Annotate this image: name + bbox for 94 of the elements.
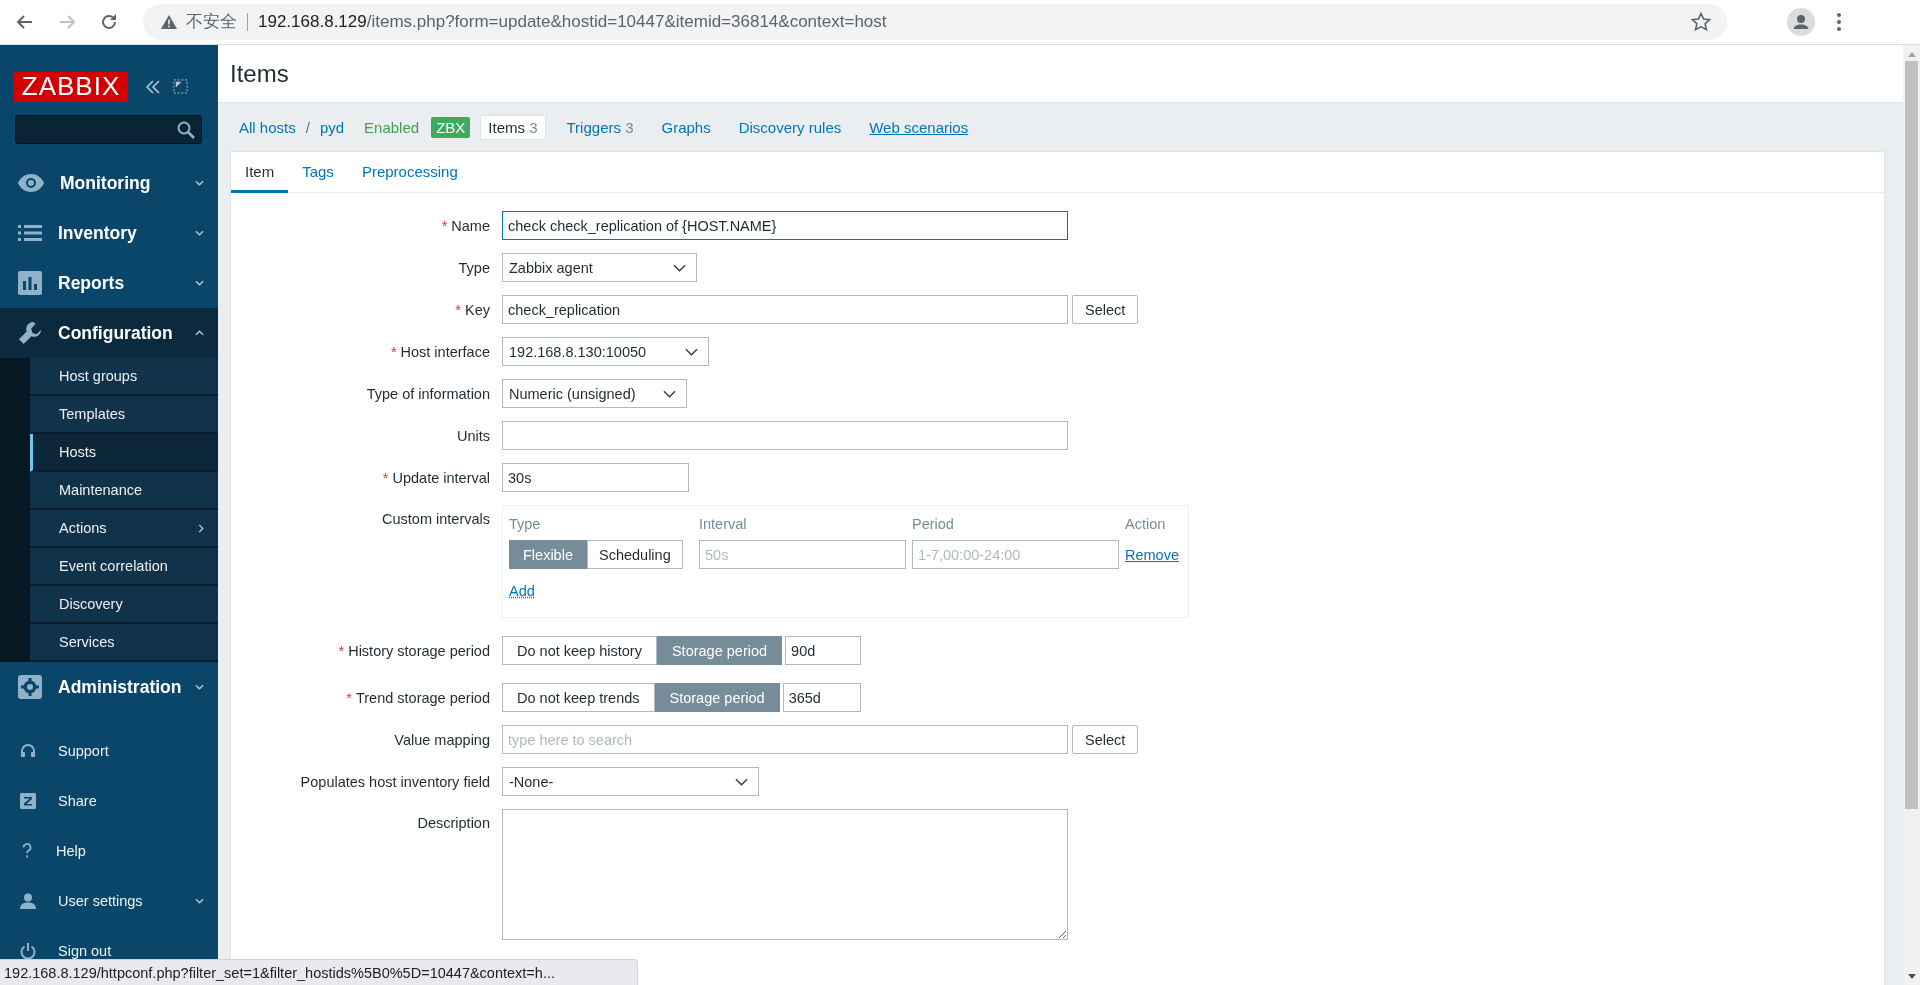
select-button[interactable]: Select bbox=[1072, 295, 1139, 324]
host-nav-link[interactable]: Graphs bbox=[654, 115, 718, 139]
text-field[interactable]: type here to search bbox=[502, 725, 1068, 754]
host-nav-link[interactable]: Items 3 bbox=[480, 114, 546, 140]
text-field[interactable]: 30s bbox=[502, 463, 689, 492]
address-bar[interactable]: 不安全 192.168.8.129/items.php?form=update&hostid=10447&itemid=36814&context=host bbox=[143, 4, 1727, 40]
toggle-option[interactable]: Do not keep trends bbox=[502, 683, 655, 712]
column-header: Interval bbox=[699, 516, 748, 532]
headset-icon bbox=[20, 743, 36, 759]
url-host: 192.168.8.129 bbox=[258, 12, 367, 32]
host-nav-link[interactable]: Web scenarios bbox=[862, 115, 976, 139]
field-label: Populates host inventory field bbox=[300, 773, 490, 790]
submenu-item[interactable]: Actions bbox=[30, 510, 218, 548]
tab[interactable]: Tags bbox=[288, 152, 348, 193]
eye-icon bbox=[18, 174, 44, 192]
field-label: Type of information bbox=[366, 385, 490, 402]
search-field[interactable] bbox=[15, 115, 202, 144]
menu-section[interactable]: Reports bbox=[0, 258, 218, 308]
dropdown[interactable]: Zabbix agent bbox=[502, 253, 697, 282]
profile-icon[interactable] bbox=[1787, 8, 1815, 36]
submenu-item[interactable]: Templates bbox=[30, 396, 218, 434]
submenu-item[interactable]: Host groups bbox=[30, 358, 218, 396]
add-link[interactable]: Add bbox=[509, 583, 535, 599]
submenu-item[interactable]: Discovery bbox=[30, 586, 218, 624]
reload-icon[interactable] bbox=[99, 12, 119, 32]
field-label: * Host interface bbox=[390, 343, 490, 360]
bar-chart-icon bbox=[18, 271, 42, 295]
list-icon bbox=[18, 224, 42, 242]
text-field[interactable]: check check_replication of {HOST.NAME} bbox=[502, 211, 1068, 240]
tab[interactable]: Preprocessing bbox=[347, 152, 472, 193]
text-field[interactable]: 90d bbox=[785, 636, 862, 665]
collapse-icon[interactable] bbox=[145, 79, 161, 94]
logo[interactable]: ZABBIX bbox=[14, 71, 128, 102]
security-label: 不安全 bbox=[186, 13, 248, 31]
submenu-item[interactable]: Hosts bbox=[30, 434, 218, 472]
select-button[interactable]: Select bbox=[1072, 725, 1139, 754]
host-nav-link[interactable]: Discovery rules bbox=[731, 115, 849, 139]
breadcrumb-link[interactable]: All hosts bbox=[239, 118, 296, 136]
expand-icon[interactable] bbox=[173, 79, 188, 94]
submenu-item[interactable]: Maintenance bbox=[30, 472, 218, 510]
tab[interactable]: Item bbox=[231, 152, 289, 193]
column-header: Action bbox=[1125, 516, 1167, 532]
toggle-option[interactable]: Scheduling bbox=[586, 540, 683, 569]
warning-icon bbox=[161, 15, 177, 29]
text-field[interactable] bbox=[502, 421, 1068, 450]
toggle-option[interactable]: Do not keep history bbox=[502, 636, 657, 665]
dropdown[interactable]: Numeric (unsigned) bbox=[502, 379, 687, 408]
field-label: * Key bbox=[455, 301, 490, 318]
menu-section[interactable]: Monitoring bbox=[0, 158, 218, 208]
user-icon bbox=[20, 893, 36, 909]
menu-link[interactable]: Share bbox=[0, 776, 218, 826]
dropdown[interactable]: -None- bbox=[502, 767, 759, 796]
interval-field[interactable]: 50s bbox=[699, 540, 906, 569]
breadcrumb-separator: / bbox=[305, 118, 310, 136]
breadcrumb-link[interactable]: pyd bbox=[319, 118, 345, 136]
gear-icon bbox=[18, 675, 42, 699]
page-title: Items bbox=[230, 59, 289, 88]
text-field[interactable]: 365d bbox=[782, 683, 861, 712]
help-icon bbox=[20, 842, 34, 860]
search-icon[interactable] bbox=[177, 121, 195, 139]
remove-link[interactable]: Remove bbox=[1125, 546, 1179, 563]
field-label: Custom intervals bbox=[382, 511, 490, 527]
menu-section[interactable]: Inventory bbox=[0, 208, 218, 258]
availability-badge: ZBX bbox=[431, 116, 471, 138]
submenu-item[interactable]: Event correlation bbox=[30, 548, 218, 586]
url-path: /items.php?form=update&hostid=10447&itemid=36814&context=host bbox=[366, 12, 887, 32]
power-icon bbox=[20, 943, 36, 959]
menu-link[interactable]: Help bbox=[0, 826, 218, 876]
period-field[interactable]: 1-7,00:00-24:00 bbox=[912, 540, 1119, 569]
submenu-item[interactable]: Services bbox=[30, 624, 218, 662]
column-header: Type bbox=[509, 516, 542, 532]
host-nav-link[interactable]: Triggers 3 bbox=[559, 115, 641, 139]
scrollbar[interactable] bbox=[1903, 45, 1920, 985]
text-field[interactable]: check_replication bbox=[502, 295, 1068, 324]
share-icon bbox=[20, 793, 36, 809]
dropdown[interactable]: 192.168.8.130:10050 bbox=[502, 337, 709, 366]
menu-section[interactable]: Configuration bbox=[0, 308, 218, 358]
menu-link[interactable]: User settings bbox=[0, 876, 218, 926]
wrench-icon bbox=[18, 321, 42, 345]
menu-icon[interactable] bbox=[1837, 13, 1841, 31]
menu-link[interactable]: Support bbox=[0, 726, 218, 776]
star-icon[interactable] bbox=[1691, 12, 1711, 32]
column-header: Period bbox=[912, 516, 955, 532]
field-label: * Trend storage period bbox=[346, 689, 490, 706]
field-label: * Name bbox=[441, 217, 490, 234]
scroll-down-icon[interactable] bbox=[1907, 974, 1916, 979]
field-label: * Update interval bbox=[382, 469, 490, 486]
field-label: * History storage period bbox=[338, 642, 490, 659]
field-label: Description bbox=[417, 815, 490, 831]
menu-section[interactable]: Administration bbox=[0, 662, 218, 712]
field-label: Type bbox=[458, 259, 490, 276]
link-preview-tooltip: 192.168.8.129/httpconf.php?filter_set=1&filter_hostids%5B0%5D=10447&context=h... bbox=[0, 959, 638, 985]
field-label: Units bbox=[456, 427, 490, 444]
field-label: Value mapping bbox=[394, 731, 490, 748]
